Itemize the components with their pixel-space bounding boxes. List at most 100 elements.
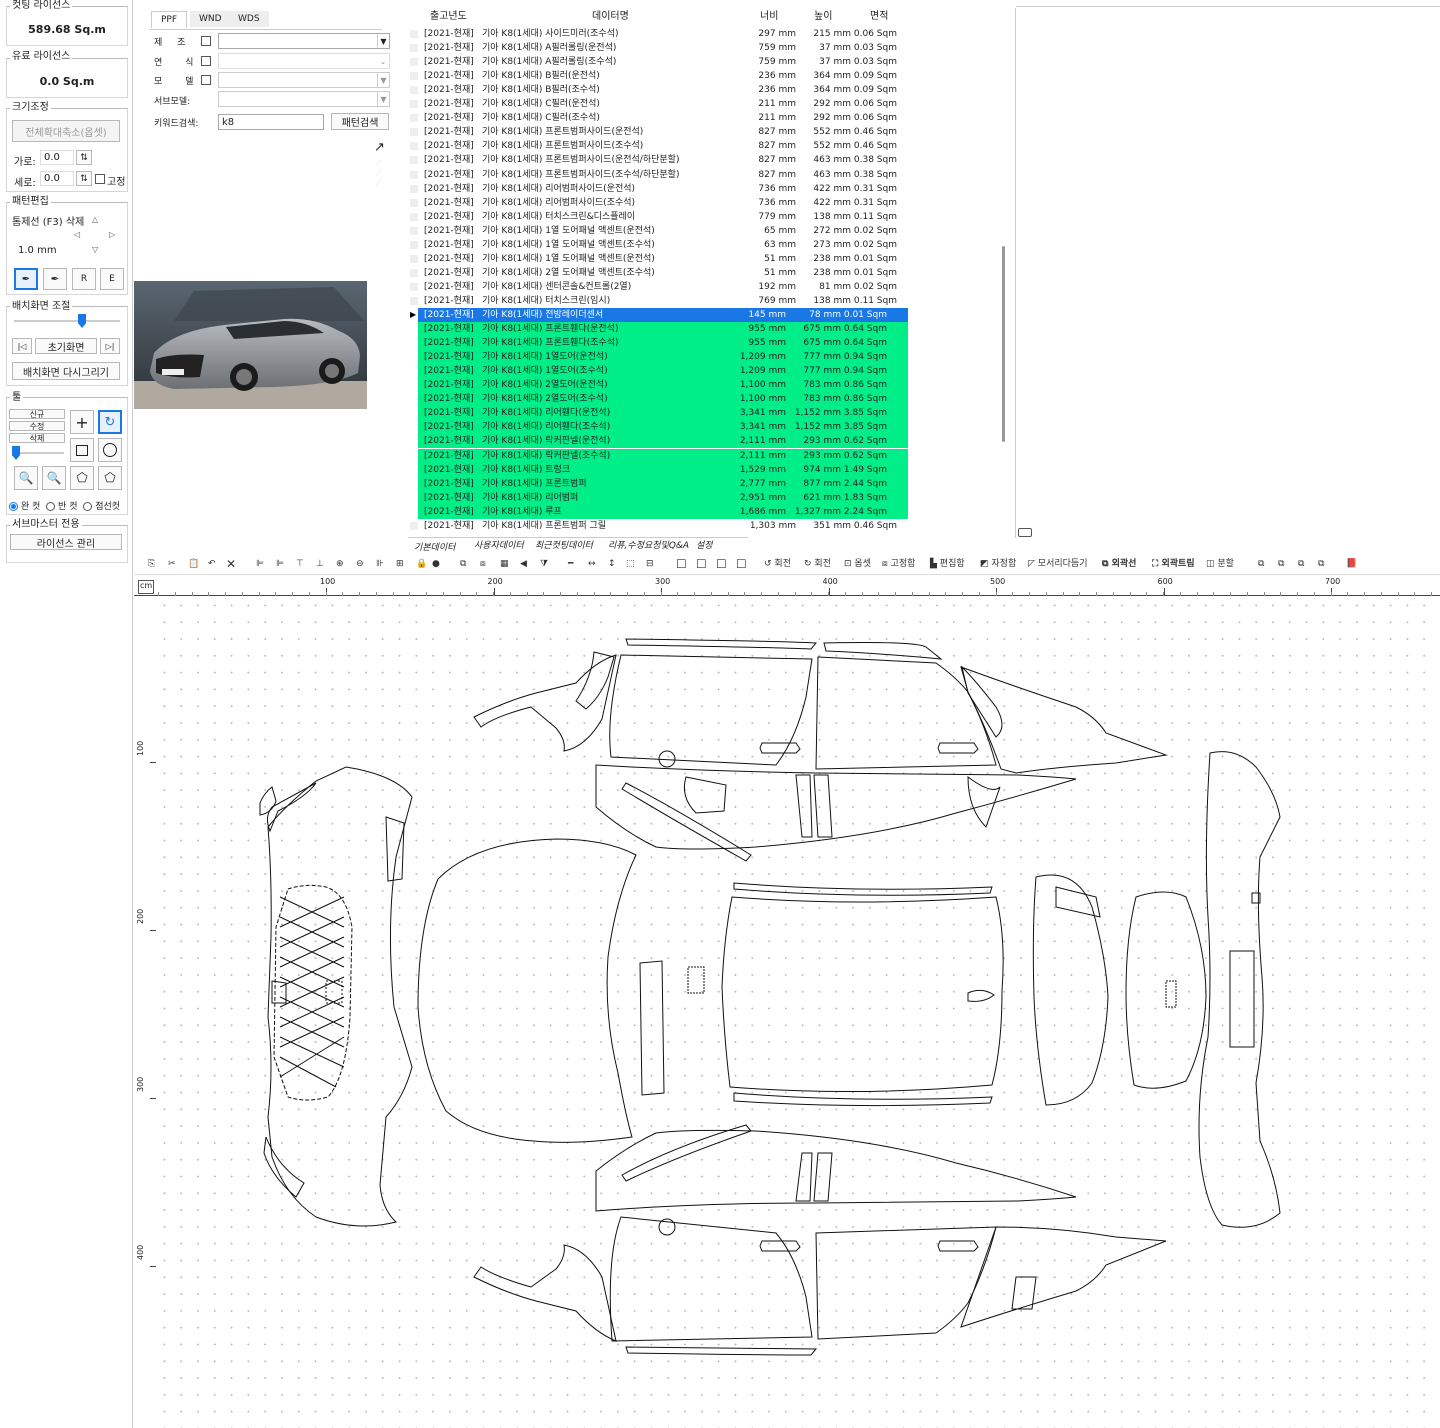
height-input[interactable]: 0.0: [40, 171, 74, 186]
fit-icon[interactable]: ⊟: [646, 556, 654, 572]
tab-basic-data[interactable]: 기본데이터: [414, 540, 455, 553]
table-row[interactable]: [2021-현재] 기아 K8(1세대) 터치스크린&디스플레이 779 mm 138…: [408, 210, 908, 224]
resize-all-button[interactable]: 전체확대축소(옵셋): [12, 120, 120, 142]
submodel-select[interactable]: ▼: [218, 91, 390, 107]
e-button[interactable]: E: [100, 268, 124, 290]
paste-icon[interactable]: 📋: [188, 556, 199, 572]
unlock-icon[interactable]: ●: [432, 556, 440, 572]
r-button[interactable]: R: [72, 268, 96, 290]
table-row[interactable]: [2021-현재] 기아 K8(1세대) 프론트범퍼사이드(운전석) 827 mm 5…: [408, 125, 908, 139]
row-check-icon[interactable]: [410, 72, 418, 81]
table-row[interactable]: [2021-현재] 기아 K8(1세대) 리어범퍼 2,951 mm 621 mm 1.…: [418, 490, 908, 505]
row-check-icon[interactable]: [410, 521, 418, 530]
align-center-icon[interactable]: ⊕: [336, 556, 344, 572]
transform-icon[interactable]: ⬚: [626, 556, 635, 572]
table-row[interactable]: [2021-현재] 기아 K8(1세대) 2열도어(운전석) 1,100 mm 783…: [418, 378, 908, 393]
nudge-up-icon[interactable]: △: [92, 215, 98, 224]
nudge-down-icon[interactable]: ▽: [92, 245, 98, 254]
outline-button[interactable]: ⧉ 외곽선: [1102, 556, 1136, 572]
self-edit-button[interactable]: ◩ 자정함: [980, 556, 1016, 572]
table-row[interactable]: [2021-현재] 기아 K8(1세대) 트렁크 1,529 mm 974 mm 1.4…: [418, 462, 908, 477]
table-row[interactable]: [2021-현재] 기아 K8(1세대) 프론트범퍼사이드(조수석) 827 mm 5…: [408, 139, 908, 153]
tab-ppf[interactable]: PPF: [151, 11, 188, 28]
table-row[interactable]: [2021-현재] 기아 K8(1세대) B필러(운전석) 236 mm 364 mm…: [408, 69, 908, 83]
table-row[interactable]: [2021-현재] 기아 K8(1세대) 프론트범퍼 그릴 1,303 mm 351 …: [408, 519, 908, 533]
radio-half-icon[interactable]: [46, 502, 56, 511]
table-row[interactable]: [2021-현재] 기아 K8(1세대) 사이드미러(조수석) 297 mm 215 …: [408, 27, 908, 41]
table-row[interactable]: [2021-현재] 기아 K8(1세대) 프론트휀다(조수석) 955 mm 675 …: [418, 336, 908, 351]
last-icon[interactable]: ▷|: [100, 338, 120, 354]
table-row[interactable]: [2021-현재] 기아 K8(1세대) 프론트범퍼사이드(운전석/하단분할) 82…: [408, 153, 908, 167]
box-d-icon[interactable]: ☐: [736, 556, 747, 572]
help-book-icon[interactable]: 📕: [1346, 556, 1357, 572]
row-check-icon[interactable]: [410, 240, 418, 249]
tab-wds[interactable]: WDS: [229, 11, 269, 27]
corner-trim-button[interactable]: ◸ 모서리다듬기: [1028, 556, 1087, 572]
edit-button[interactable]: 수정: [9, 421, 65, 431]
table-row[interactable]: [2021-현재] 기아 K8(1세대) 루프 1,686 mm 1,327 mm 2.…: [418, 504, 908, 519]
reset-view-button[interactable]: 초기화면: [35, 338, 97, 354]
row-check-icon[interactable]: [410, 254, 418, 263]
delete-icon[interactable]: ✕: [226, 556, 236, 572]
height-arrow-icon[interactable]: ↕: [608, 556, 616, 572]
year-select[interactable]: ⌄: [218, 53, 390, 69]
keyword-input[interactable]: k8: [218, 114, 324, 130]
rotate-icon[interactable]: ↻: [98, 410, 122, 434]
table-row[interactable]: [2021-현재] 기아 K8(1세대) C필러(운전석) 211 mm 292 mm…: [408, 97, 908, 111]
width-arrow-icon[interactable]: ↔: [588, 556, 596, 572]
copy-icon[interactable]: ⎘: [148, 556, 155, 572]
tab-recent-cutting[interactable]: 최근컷팅데이터: [535, 538, 593, 551]
layer-d-icon[interactable]: ⧉: [1318, 556, 1324, 572]
plus-icon[interactable]: +: [70, 410, 94, 434]
nudge-right-icon[interactable]: ▷: [109, 230, 115, 239]
zoom-out-icon[interactable]: 🔍: [14, 466, 38, 490]
align-right-icon[interactable]: ⊫: [276, 556, 284, 572]
layer-c-icon[interactable]: ⧉: [1298, 556, 1304, 572]
lock-icon[interactable]: 🔒: [416, 556, 427, 572]
table-row[interactable]: [2021-현재] 기아 K8(1세대) 1열 도어패널 액센트(운전석) 65 m…: [408, 224, 908, 238]
row-check-icon[interactable]: [410, 44, 418, 53]
layer-a-icon[interactable]: ⧉: [1258, 556, 1264, 572]
maker-checkbox[interactable]: [201, 36, 211, 46]
table-row[interactable]: [2021-현재] 기아 K8(1세대) 프론트범퍼사이드(조수석/하단분할) 82…: [408, 168, 908, 182]
box-b-icon[interactable]: ☐: [696, 556, 707, 572]
box-a-icon[interactable]: ☐: [676, 556, 687, 572]
radio-dotted-icon[interactable]: [83, 502, 93, 511]
row-check-icon[interactable]: [410, 100, 418, 109]
table-row[interactable]: [2021-현재] 기아 K8(1세대) A필러롤링(운전석) 759 mm 37 m…: [408, 41, 908, 55]
row-check-icon[interactable]: [410, 282, 418, 291]
tab-wnd[interactable]: WND: [190, 11, 231, 27]
pattern-search-button[interactable]: 패턴검색: [331, 113, 389, 130]
distribute-h-icon[interactable]: ⊖: [356, 556, 364, 572]
model-select[interactable]: ▼: [218, 72, 390, 88]
row-check-icon[interactable]: [410, 212, 418, 221]
table-row[interactable]: [2021-현재] 기아 K8(1세대) 락커판넬(조수석) 2,111 mm 293…: [418, 448, 908, 463]
small-actions-icon[interactable]: ⋰ ⋰ ⋰: [375, 158, 382, 188]
row-check-icon[interactable]: [410, 114, 418, 123]
align-top-icon[interactable]: ⊤: [296, 556, 304, 572]
first-icon[interactable]: |◁: [12, 338, 32, 354]
table-row[interactable]: [2021-현재] 기아 K8(1세대) 1열도어(운전석) 1,209 mm 777…: [418, 350, 908, 365]
layer-b-icon[interactable]: ⧉: [1278, 556, 1284, 572]
width-stepper-icon[interactable]: ⇅: [76, 150, 92, 165]
zoom-in-icon[interactable]: 🔍: [42, 466, 66, 490]
table-row[interactable]: [2021-현재] 기아 K8(1세대) B필러(조수석) 236 mm 364 mm…: [408, 83, 908, 97]
radio-full-icon[interactable]: [9, 502, 18, 511]
fix-button[interactable]: ⧈ 고정함: [882, 556, 915, 572]
header-area[interactable]: 면적: [870, 8, 888, 26]
table-row[interactable]: [2021-현재] 기아 K8(1세대) 프론트휀다(운전석) 955 mm 675 …: [418, 322, 908, 337]
rotate-cw-button[interactable]: ↻ 회전: [804, 556, 831, 572]
row-check-icon[interactable]: [410, 268, 418, 277]
table-row[interactable]: [2021-현재] 기아 K8(1세대) 터치스크린(임시) 769 mm 138 m…: [408, 294, 908, 308]
table-row[interactable]: [2021-현재] 기아 K8(1세대) C필러(조수석) 211 mm 292 mm…: [408, 111, 908, 125]
table-row[interactable]: [2021-현재] 기아 K8(1세대) 1열 도어패널 액센트(조수석) 63 m…: [408, 238, 908, 252]
table-row[interactable]: [2021-현재] 기아 K8(1세대) 리어범퍼사이드(조수석) 736 mm 42…: [408, 196, 908, 210]
pattern-canvas[interactable]: [156, 597, 1440, 1428]
row-check-icon[interactable]: [410, 170, 418, 179]
year-checkbox[interactable]: [201, 56, 211, 66]
cut-icon[interactable]: ✂: [168, 556, 176, 572]
panel-restore-icon[interactable]: [1018, 528, 1032, 537]
grid-scrollbar-thumb[interactable]: [1002, 246, 1005, 442]
flip-h-icon[interactable]: ⧩: [540, 556, 548, 572]
row-check-icon[interactable]: [410, 58, 418, 67]
